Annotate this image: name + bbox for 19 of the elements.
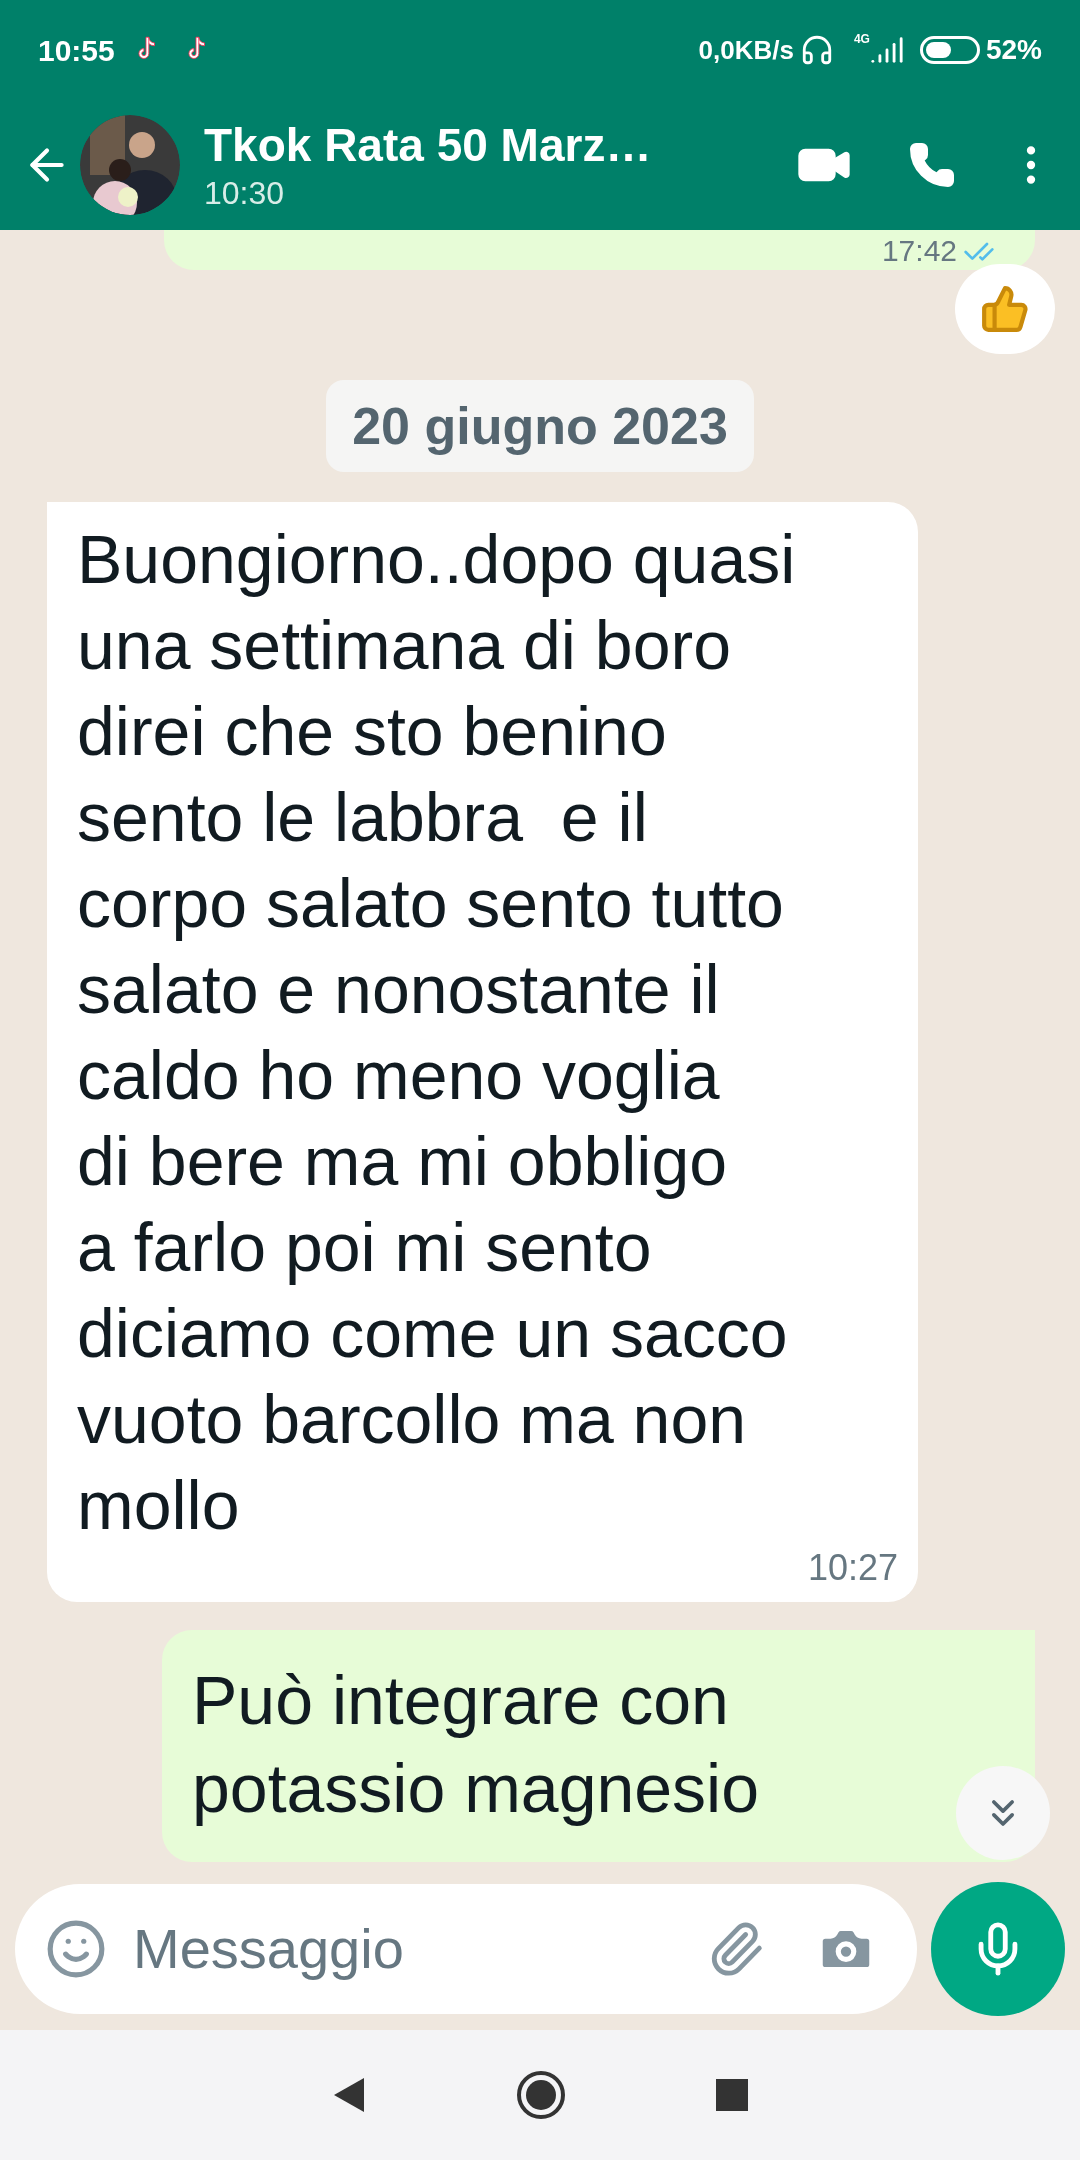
message-input[interactable]: Messaggio (133, 1907, 707, 1991)
battery-icon (919, 36, 980, 64)
back-nav-icon[interactable] (332, 2076, 366, 2114)
message-time: 10:27 (807, 1548, 898, 1588)
date-chip: 20 giugno 2023 (326, 380, 754, 472)
battery-percent: 52% (985, 33, 1042, 67)
call-button[interactable] (908, 141, 956, 189)
thumbs-up-icon (980, 284, 1030, 334)
data-rate: 0,0KB/s (698, 33, 794, 67)
network-type: 4G (853, 31, 870, 48)
message-text: Buongiorno..dopo quasi una settimana di boro direi che sto benino sento le labbra e il corpo salato sento tutto salato e nonostante il caldo ho meno voglia di bere ma mi obbligo a farlo poi mi sento diciamo come un sacco vuoto barcollo ma non mollo (77, 520, 796, 1545)
emoji-icon[interactable] (45, 1918, 107, 1980)
message-text: Può integrare con potassio magnesio (192, 1661, 759, 1828)
home-nav-icon[interactable] (516, 2070, 566, 2120)
message-field[interactable]: Messaggio (15, 1884, 917, 2014)
clock: 10:55 (38, 32, 115, 69)
message-time: 17:42 (881, 234, 957, 268)
contact-name[interactable]: Tkok Rata 50 Marz… (204, 117, 796, 173)
last-seen: 10:30 (204, 174, 286, 213)
